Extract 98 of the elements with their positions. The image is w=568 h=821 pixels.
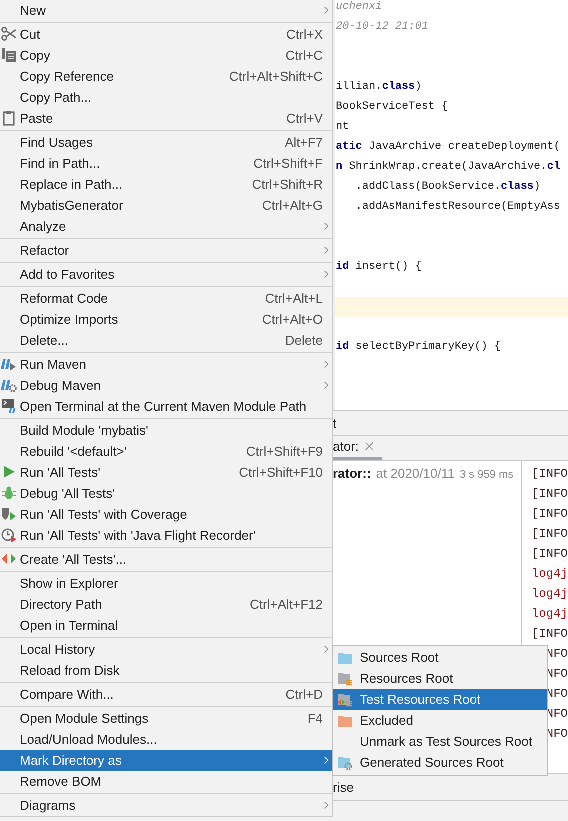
shortcut-label: Ctrl+C — [286, 48, 323, 63]
menu-item[interactable]: Diagrams — [0, 795, 332, 816]
folder-icon — [337, 692, 353, 708]
menu-item[interactable]: Copy Path... — [0, 87, 332, 108]
code-comment: uchenxi — [336, 1, 382, 13]
code-line: nt — [336, 121, 350, 133]
code-line: atic JavaArchive createDeployment( — [336, 141, 560, 153]
menu-item[interactable]: Remove BOM — [0, 771, 332, 792]
shortcut-label: Ctrl+Shift+F10 — [239, 465, 323, 480]
shortcut-label: Ctrl+Alt+Shift+C — [229, 69, 323, 84]
shortcut-label: Ctrl+V — [286, 111, 323, 126]
console-line: [INFO — [530, 626, 568, 643]
shortcut-label: Ctrl+Alt+G — [262, 198, 323, 213]
menu-item[interactable]: Local History — [0, 639, 332, 660]
code-line: n ShrinkWrap.create(JavaArchive.cl — [336, 161, 560, 173]
code-comment: 20-10-12 21:01 — [336, 21, 428, 33]
menu-item[interactable]: Debug 'All Tests' — [0, 483, 332, 504]
menu-item[interactable]: Open in Terminal — [0, 615, 332, 636]
menu-item[interactable]: Resources Root — [333, 668, 547, 689]
menu-item[interactable]: Find in Path... Ctrl+Shift+F — [0, 153, 332, 174]
console-line: log4j — [530, 606, 568, 623]
shortcut-label: Ctrl+Alt+L — [265, 291, 323, 306]
folder-icon — [337, 754, 353, 770]
menu-item[interactable]: Mark Directory as — [0, 750, 332, 771]
menu-item[interactable]: Build Module 'mybatis' — [0, 420, 332, 441]
menu-item[interactable]: Reload from Disk — [0, 660, 332, 681]
code-line: id selectByPrimaryKey() { — [336, 341, 502, 353]
shortcut-label: Delete — [285, 333, 323, 348]
console-line: [INFO — [530, 546, 568, 563]
console-line: log4j — [530, 566, 568, 583]
shortcut-label: Ctrl+Shift+F — [254, 156, 323, 171]
test-time: at 2020/10/11 — [376, 466, 455, 481]
menu-item[interactable]: Copy Reference Ctrl+Alt+Shift+C — [0, 66, 332, 87]
tool-window-title: t — [333, 416, 337, 431]
menu-item[interactable]: Find Usages Alt+F7 — [0, 132, 332, 153]
menu-item[interactable]: Run 'All Tests' Ctrl+Shift+F10 — [0, 462, 332, 483]
stopwatch-icon — [1, 527, 17, 543]
bug-icon — [1, 485, 17, 501]
console-line: [INFO — [530, 526, 568, 543]
menu-item[interactable]: Analyze — [0, 216, 332, 237]
menu-item[interactable]: Run Maven — [0, 354, 332, 375]
menu-item[interactable]: Show in Explorer — [0, 573, 332, 594]
shortcut-label: F4 — [308, 711, 323, 726]
menu-item[interactable]: Generated Sources Root — [333, 752, 547, 773]
menu-item[interactable]: Cut Ctrl+X — [0, 24, 332, 45]
menu-item[interactable]: Copy Ctrl+C — [0, 45, 332, 66]
shortcut-label: Ctrl+Shift+F9 — [246, 444, 323, 459]
shortcut-label: Ctrl+Alt+F12 — [250, 597, 323, 612]
menu-item[interactable]: Sources Root — [333, 647, 547, 668]
menu-item[interactable]: Delete... Delete — [0, 330, 332, 351]
menu-item[interactable]: Paste Ctrl+V — [0, 108, 332, 129]
code-line: id insert() { — [336, 261, 422, 273]
code-line: BookServiceTest { — [336, 101, 448, 113]
status-text: rise — [333, 780, 354, 795]
maven-play-icon — [1, 356, 17, 372]
coverage-icon — [1, 506, 17, 522]
menu-item[interactable]: Run 'All Tests' with Coverage — [0, 504, 332, 525]
close-icon[interactable] — [365, 442, 374, 451]
menu-item[interactable]: New — [0, 0, 332, 21]
console-line: log4j — [530, 586, 568, 603]
menu-item[interactable]: MybatisGenerator Ctrl+Alt+G — [0, 195, 332, 216]
menu-item[interactable]: Optimize Imports Ctrl+Alt+O — [0, 309, 332, 330]
play-icon — [1, 464, 17, 480]
folder-icon — [337, 670, 353, 686]
menu-item[interactable]: Refactor — [0, 240, 332, 261]
menu-item[interactable]: Directory Path Ctrl+Alt+F12 — [0, 594, 332, 615]
menu-item[interactable]: Open Terminal at the Current Maven Module Path — [0, 396, 332, 417]
menu-item[interactable]: Debug Maven — [0, 375, 332, 396]
shortcut-label: Ctrl+Alt+O — [262, 312, 323, 327]
console-line: [INFO — [530, 486, 568, 503]
test-name: rator:: — [333, 466, 372, 481]
menu-item[interactable]: Load/Unload Modules... — [0, 729, 332, 750]
clipboard-icon — [1, 110, 17, 126]
console-line: [INFO — [530, 506, 568, 523]
menu-item[interactable]: Reformat Code Ctrl+Alt+L — [0, 288, 332, 309]
maven-gear-icon — [1, 377, 17, 393]
code-line: .addAsManifestResource(EmptyAss — [354, 201, 560, 213]
menu-item[interactable]: Replace in Path... Ctrl+Shift+R — [0, 174, 332, 195]
scissors-icon — [1, 26, 17, 42]
menu-item[interactable]: Add to Favorites — [0, 264, 332, 285]
menu-item[interactable]: Unmark as Test Sources Root — [333, 731, 547, 752]
shortcut-label: Ctrl+D — [286, 687, 323, 702]
menu-item[interactable]: Test Resources Root — [333, 689, 547, 710]
code-line: .addClass(BookService.class) — [354, 181, 541, 193]
shortcut-label: Ctrl+X — [286, 27, 323, 42]
test-duration: 3 s 959 ms — [460, 469, 514, 481]
menu-item[interactable]: Compare With... Ctrl+D — [0, 684, 332, 705]
left-right-arrows-icon — [1, 551, 17, 567]
menu-item[interactable]: Run 'All Tests' with 'Java Flight Recorder' — [0, 525, 332, 546]
code-line: illian.class) — [336, 81, 422, 93]
shortcut-label: Ctrl+Shift+R — [252, 177, 323, 192]
console-line: [INFO — [530, 466, 568, 483]
menu-item[interactable]: Excluded — [333, 710, 547, 731]
copy-icon — [1, 47, 17, 63]
menu-item[interactable]: Create 'All Tests'... — [0, 549, 332, 570]
menu-item[interactable]: Rebuild '<default>' Ctrl+Shift+F9 — [0, 441, 332, 462]
menu-item[interactable]: Open Module Settings F4 — [0, 708, 332, 729]
shortcut-label: Alt+F7 — [285, 135, 323, 150]
